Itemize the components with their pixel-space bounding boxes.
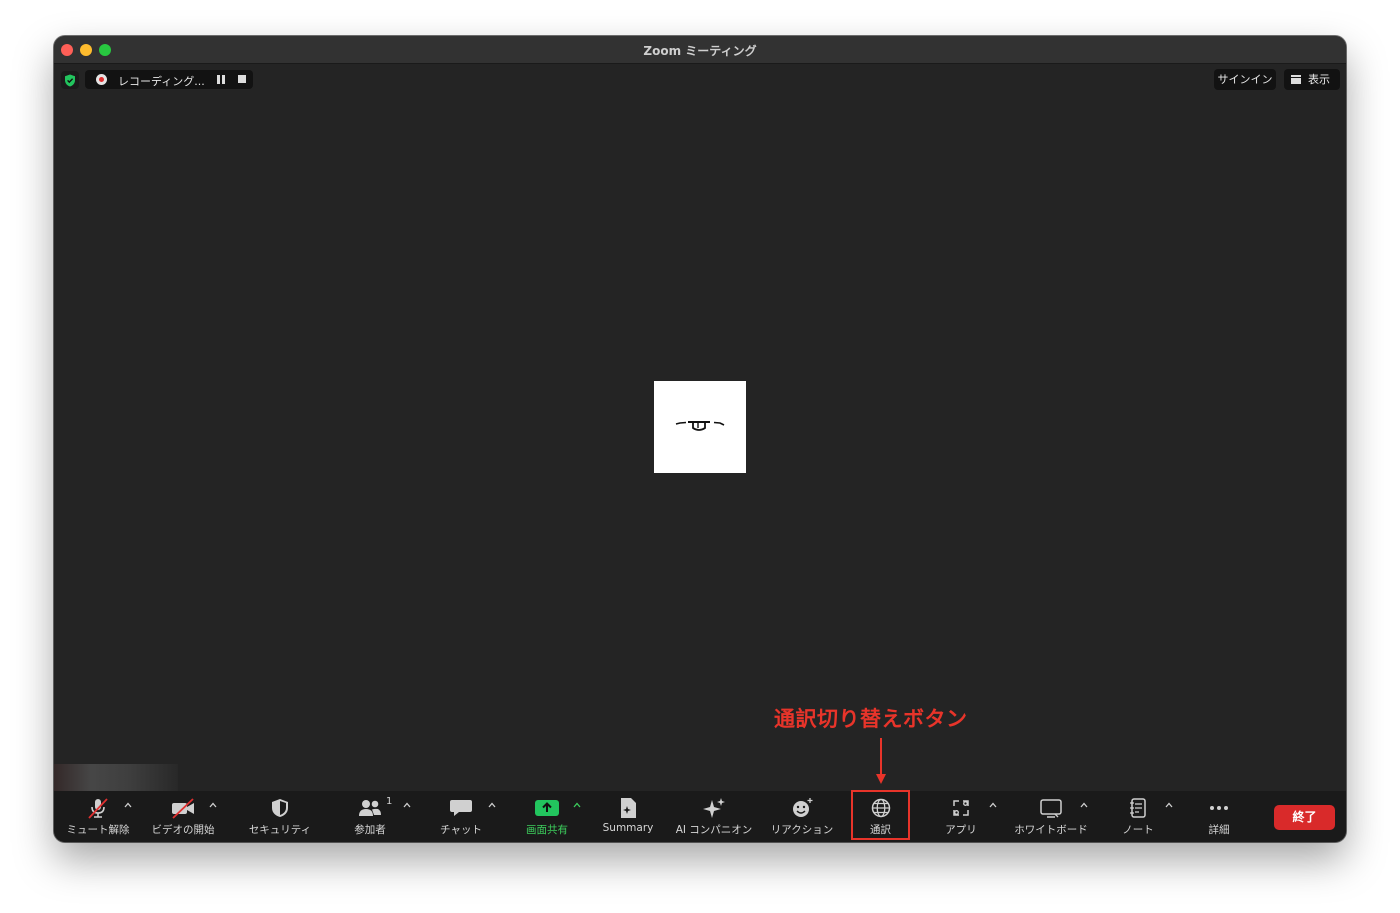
whiteboard-button[interactable]: ホワイトボード (1010, 791, 1092, 842)
more-icon (1210, 806, 1228, 810)
sparkle-icon (703, 798, 725, 818)
share-screen-label: 画面共有 (526, 824, 568, 836)
reactions-label: リアクション (770, 824, 834, 836)
start-video-label: ビデオの開始 (151, 824, 215, 836)
chat-icon (450, 800, 472, 816)
apps-button[interactable]: アプリ (926, 791, 996, 842)
participants-icon (359, 800, 381, 816)
share-options-caret-icon[interactable] (573, 802, 581, 808)
recording-label: レコーディング... (118, 75, 205, 88)
whiteboard-label: ホワイトボード (1014, 824, 1088, 836)
summary-icon (621, 798, 636, 818)
end-meeting-button[interactable]: 終了 (1274, 805, 1335, 830)
unmute-button[interactable]: ミュート解除 (62, 791, 134, 842)
share-screen-button[interactable]: 画面共有 (512, 791, 582, 842)
unmute-options-caret-icon[interactable] (124, 802, 132, 808)
chat-button[interactable]: チャット (426, 791, 496, 842)
view-button[interactable]: 表示 (1284, 69, 1340, 90)
unmute-label: ミュート解除 (66, 824, 130, 836)
microphone-muted-icon (88, 798, 108, 819)
participants-options-caret-icon[interactable] (403, 802, 411, 808)
video-options-caret-icon[interactable] (209, 802, 217, 808)
annotation-arrow-icon (876, 738, 886, 784)
encryption-shield-icon[interactable] (61, 71, 79, 89)
more-label: 詳細 (1208, 824, 1230, 836)
notes-options-caret-icon[interactable] (1165, 802, 1173, 808)
pause-recording-icon[interactable] (217, 75, 226, 84)
view-grid-icon (1291, 75, 1301, 84)
view-button-label: 表示 (1308, 73, 1330, 86)
participants-label: 参加者 (354, 824, 386, 836)
notes-button[interactable]: ノート (1106, 791, 1170, 842)
share-screen-icon (535, 800, 559, 816)
chat-options-caret-icon[interactable] (488, 802, 496, 808)
summary-button[interactable]: Summary (594, 791, 662, 842)
interpretation-button[interactable]: 通訳 (851, 791, 910, 842)
summary-label: Summary (602, 822, 654, 834)
apps-icon (953, 800, 969, 816)
apps-options-caret-icon[interactable] (989, 802, 997, 808)
start-video-button[interactable]: ビデオの開始 (146, 791, 220, 842)
recording-dot-icon (96, 74, 107, 85)
whiteboard-icon (1040, 799, 1062, 818)
stop-recording-icon[interactable] (238, 75, 246, 83)
annotation-callout-text: 通訳切り替えボタン (774, 707, 968, 731)
reactions-button[interactable]: リアクション (766, 791, 838, 842)
title-bar: Zoom ミーティング (54, 36, 1346, 64)
meeting-toolbar: ミュート解除 ビデオの開始 セキュリティ 参加者 1 チャット 画面共有 Sum… (54, 790, 1346, 842)
security-button[interactable]: セキュリティ (244, 791, 316, 842)
apps-label: アプリ (945, 824, 977, 836)
participant-name-tag (54, 764, 178, 794)
participant-avatar-icon (675, 421, 725, 431)
ai-companion-button[interactable]: AI コンパニオン (672, 791, 756, 842)
ai-companion-label: AI コンパニオン (675, 824, 753, 836)
notes-label: ノート (1122, 824, 1154, 836)
video-off-icon (172, 798, 194, 819)
globe-icon (871, 798, 890, 818)
chat-label: チャット (440, 824, 482, 836)
participants-button[interactable]: 参加者 (338, 791, 402, 842)
participant-video-tile (654, 381, 746, 473)
participants-count: 1 (386, 796, 393, 807)
interpretation-label: 通訳 (870, 824, 891, 836)
shield-icon (272, 799, 288, 817)
recording-indicator: レコーディング... (85, 70, 253, 89)
more-button[interactable]: 詳細 (1190, 791, 1248, 842)
whiteboard-options-caret-icon[interactable] (1080, 802, 1088, 808)
window-title: Zoom ミーティング (643, 44, 757, 58)
reaction-icon (793, 798, 813, 817)
signin-button[interactable]: サインイン (1214, 69, 1276, 90)
notes-icon (1130, 798, 1146, 818)
zoom-window: Zoom ミーティング レコーディング... サインイン 表示 ミュート解除 ビ… (54, 36, 1346, 842)
security-label: セキュリティ (248, 824, 312, 836)
